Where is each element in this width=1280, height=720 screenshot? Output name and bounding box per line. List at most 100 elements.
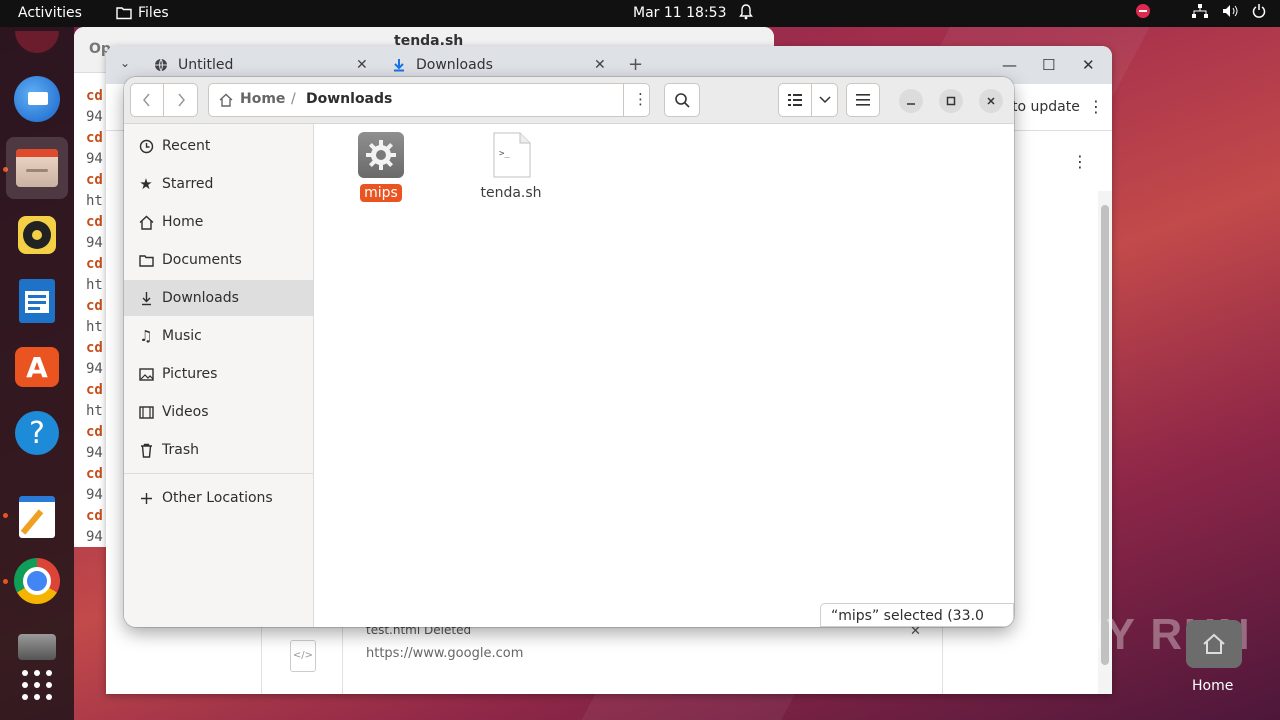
sidebar-item-home[interactable]: Home xyxy=(124,204,313,240)
software-icon[interactable]: A xyxy=(13,343,61,391)
do-not-disturb-icon xyxy=(1136,4,1150,18)
maximize-button[interactable] xyxy=(939,89,963,113)
main-menu-button[interactable] xyxy=(846,83,880,117)
file-item-tenda-sh[interactable]: >_ tenda.sh xyxy=(456,132,566,202)
sidebar-item-pictures[interactable]: Pictures xyxy=(124,356,313,392)
sidebar-divider xyxy=(124,473,313,474)
download-icon xyxy=(394,59,404,72)
text-editor-icon[interactable] xyxy=(13,493,61,541)
view-list-button[interactable] xyxy=(778,83,812,117)
path-separator: / xyxy=(291,91,296,107)
code-line: cd xyxy=(86,508,103,524)
document-icon xyxy=(137,251,155,269)
back-button[interactable] xyxy=(130,83,164,117)
code-line: ht xyxy=(86,277,103,293)
dock: A ? xyxy=(0,27,74,720)
sidebar-item-label: Pictures xyxy=(162,366,218,382)
sidebar-item-label: Downloads xyxy=(162,290,239,306)
star-icon: ★ xyxy=(139,175,153,193)
files-icon[interactable] xyxy=(6,137,68,199)
update-button-label[interactable]: to update xyxy=(1012,99,1080,115)
picture-icon xyxy=(137,365,155,383)
files-window[interactable]: Home / Downloads ⋮ Recent ★ Starred Home… xyxy=(124,77,1014,627)
path-menu-icon[interactable]: ⋮ xyxy=(633,90,648,108)
sidebar-item-documents[interactable]: Documents xyxy=(124,242,313,278)
music-icon: ♫ xyxy=(139,327,153,345)
download-icon xyxy=(137,289,155,307)
path-current[interactable]: Downloads xyxy=(306,91,392,107)
chevron-down-icon xyxy=(818,96,831,104)
tab-search-icon[interactable]: ⌄ xyxy=(120,56,130,70)
sidebar-item-trash[interactable]: Trash xyxy=(124,432,313,468)
running-indicator xyxy=(3,579,8,584)
home-folder-desktop-icon[interactable] xyxy=(1186,620,1242,668)
code-line: cd xyxy=(86,340,103,356)
close-button[interactable] xyxy=(979,89,1003,113)
rhythmbox-icon[interactable] xyxy=(13,211,61,259)
download-card: </> test.html Deleted https://www.google… xyxy=(106,620,1112,694)
clock-icon xyxy=(137,137,155,155)
search-button[interactable] xyxy=(664,83,700,117)
thunderbird-icon[interactable] xyxy=(13,75,61,123)
sidebar-item-label: Starred xyxy=(162,176,214,192)
sidebar-item-recent[interactable]: Recent xyxy=(124,128,313,164)
help-icon[interactable]: ? xyxy=(13,409,61,457)
code-line: 94 xyxy=(86,151,103,167)
code-line: 94 xyxy=(86,235,103,251)
minimize-icon[interactable]: — xyxy=(1002,56,1017,74)
forward-button[interactable] xyxy=(164,83,198,117)
sidebar-item-videos[interactable]: Videos xyxy=(124,394,313,430)
code-line: cd xyxy=(86,466,103,482)
code-line: ht xyxy=(86,193,103,209)
close-tab-icon[interactable]: ✕ xyxy=(356,57,368,73)
system-tray[interactable] xyxy=(1136,4,1266,18)
sidebar-item-music[interactable]: ♫ Music xyxy=(124,318,313,354)
file-name: mips xyxy=(360,184,402,202)
close-tab-icon[interactable]: ✕ xyxy=(594,57,606,73)
menu-kebab-icon[interactable]: ⋮ xyxy=(1088,97,1104,116)
file-view[interactable]: mips >_ tenda.sh xyxy=(314,124,1014,627)
view-options-button[interactable] xyxy=(812,83,838,117)
new-tab-icon[interactable]: + xyxy=(628,54,643,75)
sidebar-item-label: Other Locations xyxy=(162,490,273,506)
video-icon xyxy=(137,403,155,421)
code-line: cd xyxy=(86,298,103,314)
code-line: ht xyxy=(86,319,103,335)
more-options-icon[interactable]: ⋮ xyxy=(1072,152,1088,171)
activities-button[interactable]: Activities xyxy=(18,5,82,21)
maximize-icon[interactable]: ☐ xyxy=(1042,56,1055,74)
home-desktop-label[interactable]: Home xyxy=(1192,678,1233,694)
minimize-button[interactable] xyxy=(899,89,923,113)
code-line: 94 xyxy=(86,529,103,545)
code-line: cd xyxy=(86,88,103,104)
file-item-mips[interactable]: mips xyxy=(326,132,436,202)
list-view-icon xyxy=(788,94,802,106)
sidebar-item-other-locations[interactable]: Other Locations xyxy=(124,480,313,516)
close-icon[interactable]: ✕ xyxy=(1082,56,1095,74)
app-icon[interactable] xyxy=(13,27,61,57)
code-line: 94 xyxy=(86,361,103,377)
trash-icon xyxy=(137,441,155,459)
path-bar[interactable]: Home / Downloads ⋮ xyxy=(208,83,650,117)
sidebar-item-downloads[interactable]: Downloads xyxy=(124,280,313,316)
executable-gear-icon xyxy=(358,132,404,178)
path-home[interactable]: Home xyxy=(240,91,285,107)
chevron-left-icon xyxy=(143,93,150,107)
app-grid-icon[interactable] xyxy=(13,661,61,709)
app-menu[interactable]: Files xyxy=(116,5,169,21)
chrome-icon[interactable] xyxy=(13,557,61,605)
status-bar: “mips” selected (33.0 kB) xyxy=(820,603,1014,627)
bell-icon[interactable] xyxy=(739,4,753,24)
scroll-thumb[interactable] xyxy=(1101,205,1109,665)
search-icon xyxy=(674,92,690,108)
sidebar-item-starred[interactable]: ★ Starred xyxy=(124,166,313,202)
home-icon xyxy=(137,213,155,231)
code-line: cd xyxy=(86,424,103,440)
sidebar-item-label: Home xyxy=(162,214,204,230)
clock[interactable]: Mar 11 18:53 xyxy=(633,5,726,21)
code-line: ht xyxy=(86,403,103,419)
tab-label: Untitled xyxy=(178,57,234,73)
sidebar-item-label: Music xyxy=(162,328,202,344)
download-url[interactable]: https://www.google.com xyxy=(366,646,523,661)
writer-icon[interactable] xyxy=(13,277,61,325)
